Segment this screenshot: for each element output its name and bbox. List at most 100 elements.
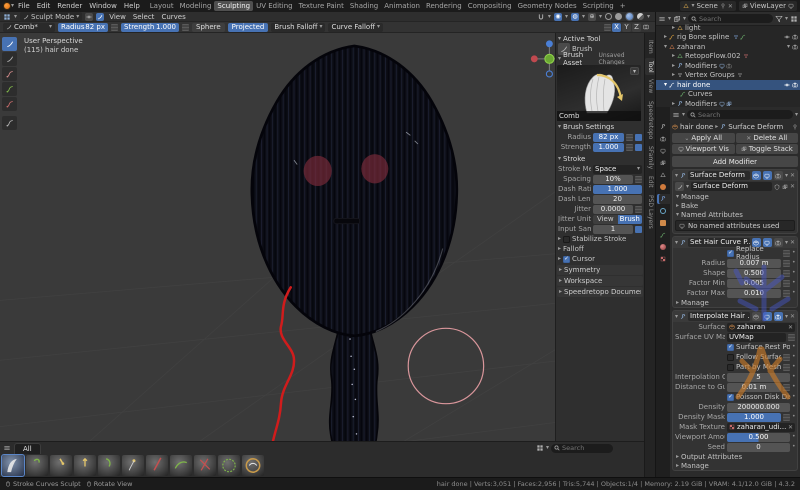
strength-slider[interactable]: Strength1.000 — [121, 23, 179, 32]
menu-edit[interactable]: Edit — [34, 2, 54, 10]
display-mode-icon[interactable] — [536, 444, 544, 452]
blender-logo-icon[interactable]: ▾ — [3, 2, 14, 11]
projected-button[interactable]: Projected — [228, 23, 269, 32]
camera-icon[interactable] — [792, 44, 798, 50]
scene-selector[interactable]: ▾ Scene ✕ — [680, 1, 735, 11]
poisson-checkbox[interactable]: ✓ — [727, 394, 734, 401]
brush-settings-header[interactable]: ▾Brush Settings — [557, 122, 643, 132]
unlink-icon[interactable]: ✕ — [728, 3, 733, 10]
camera-icon[interactable] — [792, 82, 798, 88]
curve-falloff-dropdown[interactable]: Curve Falloff▾ — [328, 23, 383, 32]
camera-icon[interactable] — [792, 34, 798, 40]
shading-rendered-icon[interactable] — [637, 13, 644, 20]
stabilize-checkbox[interactable] — [563, 236, 570, 243]
anim-icon[interactable] — [783, 280, 790, 287]
scene-render[interactable] — [0, 33, 644, 477]
workspace-tab-layout[interactable]: Layout — [147, 1, 177, 11]
workspace-tab-uv-editing[interactable]: UV Editing — [253, 1, 296, 11]
outliner-search-input[interactable] — [699, 15, 770, 23]
jitter-unit-toggle[interactable]: ViewBrush — [593, 215, 642, 224]
radius-slider[interactable]: Radius82 px — [58, 23, 108, 32]
replace-radius-checkbox[interactable]: ✓ — [727, 250, 734, 257]
dash-length-field[interactable]: 20 — [593, 195, 642, 204]
outliner-row-modifiers-1[interactable]: ▸Modifiers — [656, 61, 800, 71]
strength-pressure-icon[interactable] — [626, 144, 633, 151]
brush-thumb-2[interactable] — [26, 455, 48, 476]
factor-min-field[interactable]: 0.005 — [727, 279, 781, 288]
brush-thumb-8[interactable] — [170, 455, 192, 476]
manage-section[interactable]: ▾Manage — [673, 192, 797, 201]
outliner-search[interactable] — [688, 14, 773, 23]
realtime-toggle-icon[interactable] — [763, 171, 772, 180]
brush-selector[interactable]: Comb*▾ — [3, 23, 55, 32]
outliner-row-rig[interactable]: ▸rig Bone spline — [656, 33, 800, 43]
factor-max-field[interactable]: 0.010 — [727, 289, 781, 298]
anim-icon[interactable] — [783, 354, 790, 361]
viewport-amount-slider[interactable]: 0.500 — [727, 433, 790, 442]
anim-icon[interactable] — [783, 364, 790, 371]
menu-file[interactable]: File — [15, 2, 33, 10]
menu-curves[interactable]: Curves — [159, 13, 187, 21]
named-attributes-section[interactable]: ▾Named Attributes — [673, 210, 797, 219]
brush-thumb-11[interactable] — [242, 455, 264, 476]
workspace-tab-shading[interactable]: Shading — [347, 1, 381, 11]
preview-expand-icon[interactable]: ▾ — [630, 67, 639, 75]
brush-thumb-5[interactable] — [98, 455, 120, 476]
workspace-tab-texture-paint[interactable]: Texture Paint — [296, 1, 347, 11]
view-layer-selector[interactable]: ViewLayer — [739, 1, 797, 11]
snap-magnet-icon[interactable] — [537, 13, 545, 21]
delete-all-button[interactable]: ✕Delete All — [736, 133, 799, 143]
radius-pressure-icon[interactable] — [626, 134, 633, 141]
eye-icon[interactable] — [784, 34, 790, 40]
workspace-tab-rendering[interactable]: Rendering — [423, 1, 465, 11]
tool-delete-curves[interactable] — [2, 97, 17, 111]
active-tool-header[interactable]: ▾Active Tool — [557, 34, 643, 44]
modifier-header[interactable]: ▾ Interpolate Hair ... ▾ ✕ — [673, 311, 797, 322]
tab-material[interactable] — [657, 242, 670, 252]
pin-icon[interactable] — [792, 124, 798, 130]
brush-asset-header[interactable]: ▾Brush AssetUnsaved Changes — [557, 54, 643, 64]
shading-wireframe-icon[interactable] — [605, 13, 612, 20]
editor-type-icon[interactable] — [3, 13, 11, 21]
tab-output[interactable] — [657, 146, 670, 156]
sidebar-tab-psd-layers[interactable]: PSD Layers — [645, 192, 655, 232]
mode-dropdown[interactable]: Sculpt Mode▾ — [20, 12, 82, 21]
breadcrumb-object[interactable]: hair done — [680, 123, 713, 131]
stroke-method-dropdown[interactable]: Space▾ — [593, 165, 642, 174]
brush-falloff-dropdown[interactable]: Brush Falloff▾ — [271, 23, 325, 32]
clear-icon[interactable]: ✕ — [790, 183, 795, 190]
strength-anim-icon[interactable] — [635, 144, 642, 151]
workspace-section[interactable]: ▸Workspace — [557, 276, 643, 286]
extras-icon[interactable]: ▾ — [785, 240, 788, 246]
brush-thumb-4[interactable] — [74, 455, 96, 476]
jitter-pressure-icon[interactable] — [635, 206, 642, 213]
gizmos-icon[interactable]: ⊕ — [588, 13, 596, 21]
outliner-row-vertex-groups[interactable]: ▸Vertex Groups — [656, 71, 800, 81]
pin-icon[interactable] — [720, 3, 726, 9]
edit-mode-toggle-icon[interactable] — [752, 312, 761, 321]
workspace-tab-geometry-nodes[interactable]: Geometry Nodes — [515, 1, 580, 11]
sidebar-tab-item[interactable]: Item — [645, 37, 655, 57]
outliner-filter-icon[interactable] — [673, 15, 681, 23]
outliner-row-light[interactable]: ▸light — [656, 23, 800, 33]
manage-section[interactable]: ▸Manage — [673, 298, 797, 307]
overlays-icon[interactable]: ◍ — [571, 13, 579, 21]
workspace-tab-add[interactable]: + — [617, 1, 629, 11]
surface-object-field[interactable]: zaharan✕ — [727, 323, 795, 332]
distance-guides-field[interactable]: 0.01 m — [727, 383, 781, 392]
input-samples-field[interactable]: 1 — [593, 225, 633, 234]
tab-tool[interactable] — [657, 122, 670, 132]
proportional-editing-icon[interactable]: ◉ — [554, 13, 562, 21]
brush-thumb-3[interactable] — [50, 455, 72, 476]
outliner-row-curves[interactable]: Curves — [656, 90, 800, 100]
workspace-tab-modeling[interactable]: Modeling — [177, 1, 215, 11]
properties-search[interactable] — [687, 110, 793, 119]
edit-mode-toggle-icon[interactable] — [752, 171, 761, 180]
jitter-field[interactable]: 0.0000 — [593, 205, 633, 214]
render-toggle-icon[interactable] — [774, 312, 783, 321]
strength-field[interactable]: 1.000 — [593, 143, 624, 152]
cursor-section[interactable]: Cursor — [572, 255, 595, 263]
menu-render[interactable]: Render — [54, 2, 85, 10]
tool-pinch[interactable] — [2, 67, 17, 81]
stroke-header[interactable]: ▾Stroke — [557, 154, 643, 164]
